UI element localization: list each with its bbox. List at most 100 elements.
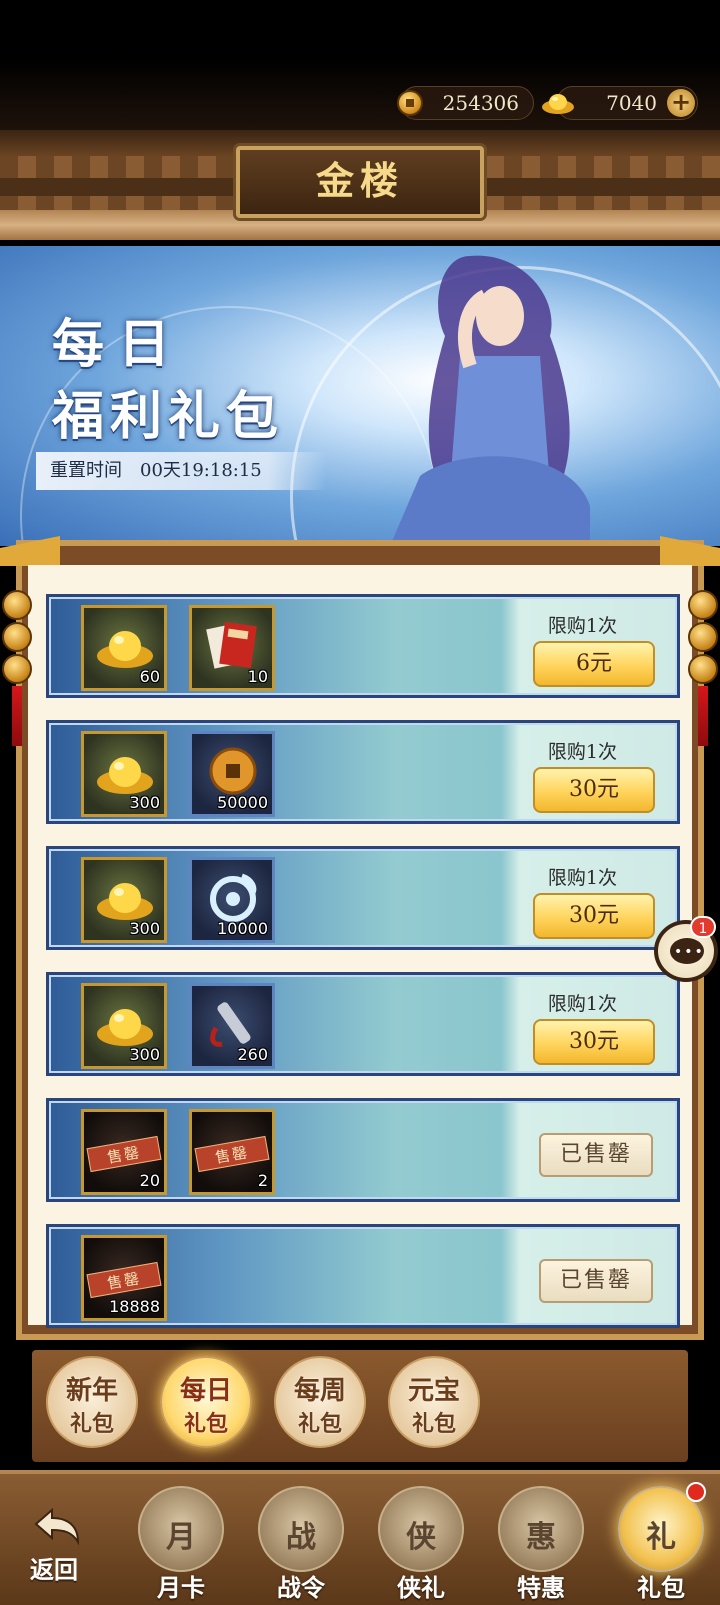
- reward-slot[interactable]: 50000: [189, 731, 275, 817]
- hanging-coin-icon: [2, 590, 32, 620]
- sold-out-tag: 售罄: [194, 1135, 270, 1173]
- buy-button[interactable]: 30元: [533, 767, 655, 813]
- nav-glyph: 惠: [526, 1520, 556, 1555]
- red-tassel: [698, 686, 708, 746]
- monthly-card-icon: 月: [138, 1486, 224, 1572]
- tab-label-line2: 礼包: [411, 1411, 456, 1437]
- top-resource-bar: 254306 7040 +: [0, 0, 720, 130]
- page-title: 金楼: [315, 158, 404, 203]
- purchase-limit: 限购1次: [547, 993, 617, 1015]
- buy-button[interactable]: 6元: [533, 641, 655, 687]
- reward-slot[interactable]: 售罄 18888: [81, 1235, 167, 1321]
- nav-label: 特惠: [517, 1573, 565, 1602]
- bottom-nav: 返回 月 月卡 战 战令 侠 侠礼 惠 特惠 礼 礼包: [0, 1470, 720, 1605]
- back-label: 返回: [30, 1555, 78, 1584]
- heroine-illustration: [390, 255, 590, 546]
- chat-notification-badge: 1: [690, 916, 716, 938]
- reward-quantity: 18888: [109, 1297, 160, 1316]
- reward-slot[interactable]: 售罄 2: [189, 1109, 275, 1195]
- tab-label-line2: 礼包: [183, 1411, 228, 1437]
- red-tassel: [12, 686, 22, 746]
- add-currency-button[interactable]: +: [667, 89, 695, 117]
- sold-out-button: 已售罄: [539, 1133, 653, 1177]
- buy-button[interactable]: 30元: [533, 893, 655, 939]
- pack-row: 300 260 限购1次 30元: [46, 972, 680, 1076]
- special-offer-icon: 惠: [498, 1486, 584, 1572]
- tab-label-line2: 礼包: [69, 1411, 114, 1437]
- tab-daily-gift[interactable]: 每日 礼包: [160, 1356, 252, 1448]
- banner-title-line1: 每日: [52, 314, 185, 375]
- reward-quantity: 260: [237, 1045, 268, 1064]
- reward-slot[interactable]: 300: [81, 731, 167, 817]
- reward-quantity: 10000: [217, 919, 268, 938]
- gold-ingot-amount: 7040: [606, 91, 657, 115]
- pack-row: 60 10 限购1次 6元: [46, 594, 680, 698]
- reward-slot[interactable]: 10000: [189, 857, 275, 943]
- purchase-limit: 限购1次: [547, 741, 617, 763]
- reward-slot[interactable]: 10: [189, 605, 275, 691]
- nav-label: 礼包: [637, 1573, 685, 1602]
- coin-counter: 254306: [397, 86, 534, 120]
- daily-welfare-banner: 每日 福利礼包 重置时间 00天19:18:15: [0, 246, 720, 546]
- reward-slot[interactable]: 300: [81, 857, 167, 943]
- hero-gift-icon: 侠: [378, 1486, 464, 1572]
- purchase-limit: 限购1次: [547, 615, 617, 637]
- hanging-coin-icon: [2, 622, 32, 652]
- pack-row: 300 10000 限购1次 30元: [46, 846, 680, 950]
- tab-ingot-gift[interactable]: 元宝 礼包: [388, 1356, 480, 1448]
- tab-weekly-gift[interactable]: 每周 礼包: [274, 1356, 366, 1448]
- gift-category-tabs: 新年 礼包 每日 礼包 每周 礼包 元宝 礼包: [32, 1350, 688, 1462]
- banner-title-line2: 福利礼包: [52, 386, 285, 447]
- nav-glyph: 月: [166, 1520, 196, 1555]
- reward-quantity: 10: [247, 667, 268, 686]
- nav-gift-pack[interactable]: 礼 礼包: [614, 1482, 708, 1604]
- nav-glyph: 战: [286, 1520, 316, 1555]
- gold-ingot-counter: 7040 +: [542, 86, 698, 120]
- reward-slot[interactable]: 60: [81, 605, 167, 691]
- sold-out-button: 已售罄: [539, 1259, 653, 1303]
- sold-out-tag: 售罄: [86, 1135, 162, 1173]
- pack-row: 300 50000 限购1次 30元: [46, 720, 680, 824]
- spirit-swirl-icon: [210, 873, 257, 922]
- purchase-limit: 限购1次: [547, 867, 617, 889]
- reset-label: 重置时间: [50, 460, 122, 481]
- red-envelope-letters-icon: [206, 621, 257, 669]
- reward-quantity: 60: [139, 667, 160, 686]
- reward-quantity: 300: [129, 1045, 160, 1064]
- coin-icon: [397, 90, 423, 116]
- reset-timer: 重置时间 00天19:18:15: [36, 452, 326, 490]
- nav-hero-gift[interactable]: 侠 侠礼: [374, 1486, 468, 1604]
- reward-slot[interactable]: 300: [81, 983, 167, 1069]
- nav-label: 战令: [277, 1573, 325, 1602]
- reward-quantity: 300: [129, 793, 160, 812]
- pack-row-sold-out: 售罄 18888 已售罄: [46, 1224, 680, 1328]
- back-button[interactable]: 返回: [22, 1504, 98, 1584]
- scroll-icon: [210, 1002, 251, 1047]
- gold-ingot-icon: [542, 94, 574, 114]
- hanging-coin-icon: [2, 654, 32, 684]
- hanging-coins-left: [2, 590, 32, 746]
- gold-ingot-icon: [97, 883, 153, 920]
- tab-label-line1: 新年: [65, 1376, 118, 1406]
- gold-ingot-icon: [97, 757, 153, 794]
- reward-quantity: 300: [129, 919, 160, 938]
- reward-slot[interactable]: 260: [189, 983, 275, 1069]
- nav-monthly-card[interactable]: 月 月卡: [134, 1486, 228, 1604]
- buy-button[interactable]: 30元: [533, 1019, 655, 1065]
- nav-glyph: 侠: [406, 1520, 436, 1555]
- reward-slot[interactable]: 售罄 20: [81, 1109, 167, 1195]
- hanging-coin-icon: [688, 622, 718, 652]
- chat-button[interactable]: ••• 1: [654, 916, 718, 982]
- reward-quantity: 20: [139, 1171, 160, 1190]
- nav-special-offer[interactable]: 惠 特惠: [494, 1486, 588, 1604]
- hanging-coin-icon: [688, 590, 718, 620]
- back-arrow-icon: [34, 1508, 80, 1546]
- tab-new-year-gift[interactable]: 新年 礼包: [46, 1356, 138, 1448]
- nav-label: 月卡: [157, 1573, 205, 1602]
- reward-quantity: 50000: [217, 793, 268, 812]
- reward-quantity: 2: [257, 1171, 268, 1190]
- nav-battle-pass[interactable]: 战 战令: [254, 1486, 348, 1604]
- pack-row-sold-out: 售罄 20 售罄 2 已售罄: [46, 1098, 680, 1202]
- sold-out-tag: 售罄: [86, 1261, 162, 1299]
- hanging-coins-right: [688, 590, 718, 746]
